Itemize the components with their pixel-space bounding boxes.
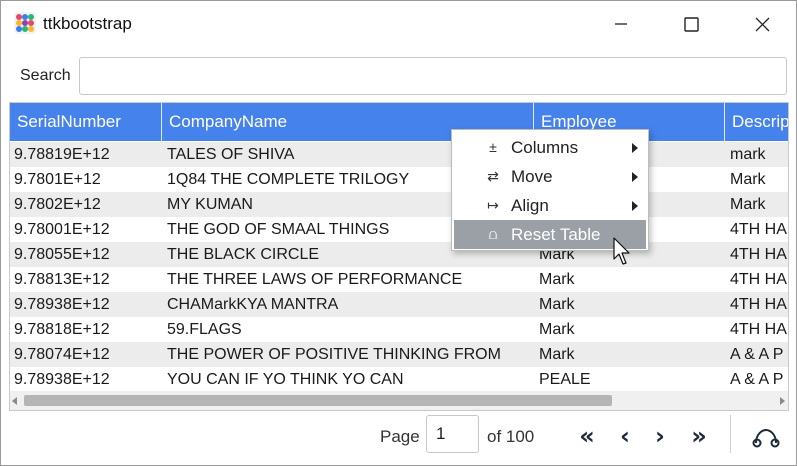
cell-company: CHAMarkKYA MANTRA xyxy=(167,296,339,313)
cell-serial: 9.78938E+12 xyxy=(14,371,110,388)
cell-company: 59.FLAGS xyxy=(167,321,242,338)
table-row[interactable]: 9.78001E+12 THE GOD OF SMAAL THINGS ROY … xyxy=(10,217,788,242)
table-body: 9.78819E+12 TALES OF SHIVA mark 9.7801E+… xyxy=(10,142,788,392)
scroll-right-icon[interactable] xyxy=(780,397,785,405)
page-number-input[interactable] xyxy=(426,415,479,453)
cell-serial: 9.78819E+12 xyxy=(14,146,110,163)
cell-description: A & A P xyxy=(730,371,784,388)
cell-serial: 9.78813E+12 xyxy=(14,271,110,288)
submenu-arrow-icon xyxy=(632,201,638,211)
next-page-button[interactable]: › xyxy=(645,421,675,451)
cell-serial: 9.78001E+12 xyxy=(14,221,110,238)
table-row[interactable]: 9.7801E+12 1Q84 THE COMPLETE TRILOGY AKA… xyxy=(10,167,788,192)
table-row[interactable]: 9.7802E+12 MY KUMAN Mark xyxy=(10,192,788,217)
cell-description: 4TH HA xyxy=(730,296,787,313)
cell-serial: 9.7802E+12 xyxy=(14,196,101,213)
pager-divider xyxy=(730,415,731,453)
cell-description: 4TH HA xyxy=(730,271,787,288)
cell-serial: 9.78938E+12 xyxy=(14,296,110,313)
table-row[interactable]: 9.78813E+12 THE THREE LAWS OF PERFORMANC… xyxy=(10,267,788,292)
menu-item-move[interactable]: ⇄ Move xyxy=(452,162,648,191)
table-row[interactable]: 9.78938E+12 YOU CAN IF YO THINK YO CAN P… xyxy=(10,367,788,392)
column-header-description[interactable]: Descrip xyxy=(725,103,788,141)
plus-minus-icon: ± xyxy=(489,139,497,155)
cell-company: THE POWER OF POSITIVE THINKING FROM xyxy=(167,346,501,363)
reset-table-button[interactable] xyxy=(751,425,781,449)
scroll-left-icon[interactable] xyxy=(12,397,17,405)
search-label: Search xyxy=(20,67,71,84)
cell-description: 4TH HA xyxy=(730,246,787,263)
scrollbar-thumb[interactable] xyxy=(24,395,612,406)
cell-serial: 9.7801E+12 xyxy=(14,171,101,188)
page-label: Page xyxy=(380,427,420,446)
cell-description: A & A P xyxy=(730,346,784,363)
menu-item-label: Columns xyxy=(511,138,579,157)
cell-description: 4TH HA xyxy=(730,221,787,238)
table-row[interactable]: 9.78818E+12 59.FLAGS Mark 4TH HA xyxy=(10,317,788,342)
column-context-menu: ± Columns ⇄ Move ↦ Align ⩍ Reset Table xyxy=(451,129,649,251)
first-page-button[interactable]: « xyxy=(572,421,602,451)
table-row[interactable]: 9.78938E+12 CHAMarkKYA MANTRA Mark 4TH H… xyxy=(10,292,788,317)
data-table: SerialNumber CompanyName Employee Descri… xyxy=(9,102,789,411)
submenu-arrow-icon xyxy=(632,172,638,182)
window-title: ttkbootstrap xyxy=(43,14,132,33)
reset-icon: ⩍ xyxy=(488,226,498,242)
cell-employee: Mark xyxy=(539,346,575,363)
app-window: ttkbootstrap Search SerialNumber Company… xyxy=(0,0,797,466)
maximize-button[interactable] xyxy=(656,1,726,47)
page-total-label: of 100 xyxy=(487,427,535,446)
horizontal-scrollbar[interactable] xyxy=(10,391,788,410)
cell-employee: Mark xyxy=(539,271,575,288)
table-header: SerialNumber CompanyName Employee Descri… xyxy=(10,103,788,141)
previous-page-button[interactable]: ‹ xyxy=(610,421,640,451)
search-input[interactable] xyxy=(79,57,787,95)
cell-description: mark xyxy=(730,146,766,163)
minimize-button[interactable] xyxy=(586,1,656,47)
cell-description: Mark xyxy=(730,196,766,213)
swap-arrows-icon: ⇄ xyxy=(487,168,499,184)
title-bar[interactable]: ttkbootstrap xyxy=(1,1,796,47)
menu-item-label: Align xyxy=(511,196,549,215)
cell-employee: Mark xyxy=(539,321,575,338)
cell-company: YOU CAN IF YO THINK YO CAN xyxy=(167,371,404,388)
menu-item-label: Move xyxy=(511,167,553,186)
table-row[interactable]: 9.78074E+12 THE POWER OF POSITIVE THINKI… xyxy=(10,342,788,367)
cell-description: 4TH HA xyxy=(730,321,787,338)
menu-item-columns[interactable]: ± Columns xyxy=(452,133,648,162)
last-page-button[interactable]: » xyxy=(684,421,714,451)
ttkbootstrap-logo-icon xyxy=(14,12,36,34)
cell-serial: 9.78818E+12 xyxy=(14,321,110,338)
menu-item-align[interactable]: ↦ Align xyxy=(452,191,648,220)
table-row[interactable]: 9.78055E+12 THE BLACK CIRCLE Mark 4TH HA xyxy=(10,242,788,267)
menu-item-label: Reset Table xyxy=(511,225,601,244)
reset-icon xyxy=(752,428,780,448)
minimize-icon xyxy=(615,23,627,25)
cell-company: THE THREE LAWS OF PERFORMANCE xyxy=(167,271,463,288)
cell-serial: 9.78074E+12 xyxy=(14,346,110,363)
column-header-serialnumber[interactable]: SerialNumber xyxy=(10,103,162,141)
cell-employee: Mark xyxy=(539,296,575,313)
table-row[interactable]: 9.78819E+12 TALES OF SHIVA mark xyxy=(10,142,788,167)
maximize-icon xyxy=(683,16,699,32)
cell-employee: PEALE xyxy=(539,371,591,388)
close-button[interactable] xyxy=(727,1,796,47)
cell-description: Mark xyxy=(730,171,766,188)
align-arrow-icon: ↦ xyxy=(487,197,499,213)
close-icon xyxy=(755,17,769,31)
submenu-arrow-icon xyxy=(632,143,638,153)
cell-serial: 9.78055E+12 xyxy=(14,246,110,263)
mouse-cursor-icon xyxy=(613,237,630,265)
